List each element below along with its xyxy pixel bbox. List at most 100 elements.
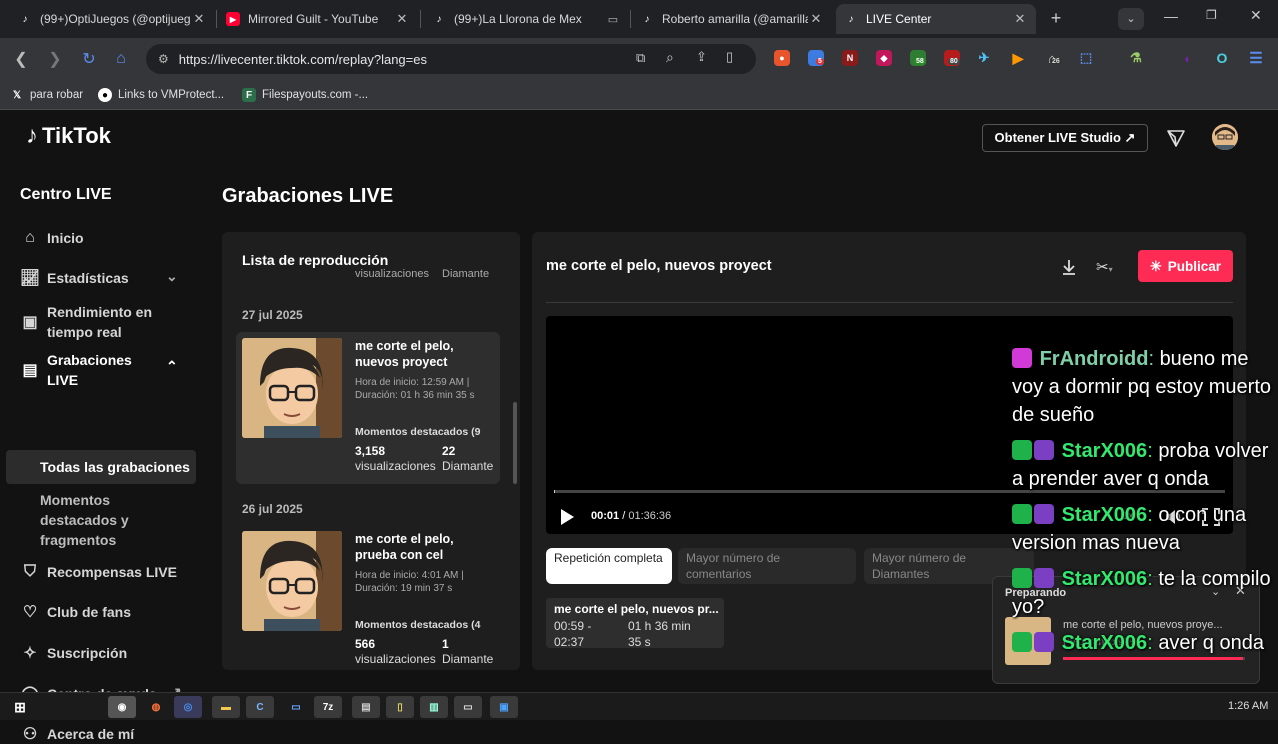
- tab-search-icon[interactable]: ⌄: [1118, 8, 1144, 30]
- flask-icon[interactable]: ⚗: [1128, 50, 1144, 66]
- video-meta: Hora de inicio: 4:01 AM | Duración: 19 m…: [355, 570, 464, 594]
- home-extension-icon[interactable]: ⌂26: [1044, 50, 1062, 66]
- bookmark-item[interactable]: ● Links to VMProtect...: [98, 86, 224, 104]
- publish-button[interactable]: ✳ Publicar: [1138, 250, 1233, 282]
- extension-3-icon[interactable]: N: [842, 50, 858, 66]
- sidebar-item-acerca[interactable]: ⚇ Acerca de mí: [20, 724, 134, 744]
- file-explorer-icon[interactable]: ▬: [212, 696, 240, 718]
- minimize-icon[interactable]: —: [1164, 8, 1178, 24]
- new-tab-icon[interactable]: +: [1046, 8, 1066, 28]
- bookmark-icon[interactable]: ▯: [726, 49, 733, 65]
- avatar[interactable]: [1212, 124, 1238, 150]
- moments-link[interactable]: Momentos destacados (9: [355, 426, 497, 438]
- menu-icon[interactable]: ☰: [1248, 50, 1264, 67]
- browser-tab-bar: ♪ (99+)OptiJuegos (@optijuego ✕ ▶ Mirror…: [0, 0, 1278, 38]
- bookmark-item[interactable]: F Filespayouts.com -...: [242, 86, 368, 104]
- address-bar[interactable]: ⚙ https://livecenter.tiktok.com/replay?l…: [146, 44, 756, 74]
- browser-tab-2[interactable]: ▶ Mirrored Guilt - YouTube ✕: [218, 4, 418, 34]
- browser-tab-3[interactable]: ♪ (99+)La Llorona de Mex ▭: [424, 4, 629, 34]
- tab-label: LIVE Center: [866, 12, 932, 26]
- cast-icon[interactable]: ▭: [605, 13, 621, 26]
- translate-icon[interactable]: ✈: [976, 50, 992, 66]
- restore-icon[interactable]: ❐: [1206, 8, 1217, 22]
- browser-tab-5[interactable]: ♪ LIVE Center ✕: [836, 4, 1036, 34]
- playlist-item[interactable]: me corte el pelo, prueba con cel Hora de…: [236, 525, 500, 670]
- refresh-app-icon[interactable]: C: [246, 696, 274, 718]
- taskbar-app-7-icon[interactable]: 7z: [314, 696, 342, 718]
- back-icon[interactable]: ❮: [8, 46, 34, 72]
- taskbar-app-6-icon[interactable]: ▭: [282, 696, 310, 718]
- window-close-icon[interactable]: ✕: [1250, 7, 1262, 24]
- moment-card[interactable]: me corte el pelo, nuevos pr... 00:59 - 0…: [546, 598, 724, 649]
- extension-1-icon[interactable]: ●: [774, 50, 790, 66]
- get-live-studio-button[interactable]: Obtener LIVE Studio ↗: [982, 124, 1148, 152]
- taskbar-app-8-icon[interactable]: ▤: [352, 696, 380, 718]
- chat-text: aver q onda: [1158, 632, 1264, 654]
- zoom-icon[interactable]: ⌕: [666, 49, 674, 66]
- close-icon[interactable]: ✕: [191, 11, 207, 27]
- chat-user: StarX006: [1061, 568, 1148, 590]
- taskbar-app-12-icon[interactable]: ▣: [490, 696, 518, 718]
- clock: 1:26 AM: [1228, 700, 1269, 712]
- subscription-icon: ✧: [23, 645, 37, 662]
- forward-icon[interactable]: ❯: [42, 46, 68, 72]
- reload-icon[interactable]: ↻: [76, 46, 102, 72]
- browser-icon[interactable]: ◎: [174, 696, 202, 718]
- play-extension-icon[interactable]: ▶: [1010, 50, 1026, 66]
- level-badge-icon: [1034, 568, 1054, 588]
- previous-item-views-label: visualizaciones: [355, 268, 429, 280]
- tab-mayor-comentarios[interactable]: Mayor número de comentarios: [678, 548, 856, 584]
- firefox-icon[interactable]: ◍: [142, 696, 170, 718]
- extension-4-icon[interactable]: ◆: [876, 50, 892, 66]
- inbox-icon[interactable]: [1166, 128, 1186, 148]
- scissors-icon[interactable]: ✂▾: [1096, 258, 1120, 276]
- level-badge-icon: [1034, 632, 1054, 652]
- tab-repeticion-completa[interactable]: Repetición completa: [546, 548, 672, 584]
- terminal-icon[interactable]: ▭: [454, 696, 482, 718]
- close-icon[interactable]: ✕: [1012, 11, 1028, 27]
- sub-item-momentos[interactable]: Momentos destacados y fragmentos: [40, 490, 160, 550]
- playlist-item-selected[interactable]: me corte el pelo, nuevos proyect Hora de…: [236, 332, 500, 484]
- puzzle-icon[interactable]: ⬚: [1078, 50, 1094, 66]
- close-icon[interactable]: ✕: [808, 11, 824, 27]
- extension-2-icon[interactable]: 5: [808, 50, 824, 66]
- page-title: Grabaciones LIVE: [222, 185, 394, 207]
- monitor-icon: ▣: [22, 314, 38, 331]
- sidebar-item-recompensas[interactable]: ⛉ Recompensas LIVE: [20, 562, 177, 582]
- video-thumbnail: [242, 531, 342, 631]
- sidebar-item-club-fans[interactable]: ♡ Club de fans: [20, 602, 131, 622]
- home-icon[interactable]: ⌂: [108, 46, 134, 72]
- moments-link[interactable]: Momentos destacados (4: [355, 619, 497, 631]
- install-icon[interactable]: ⧉: [636, 50, 645, 66]
- playlist-scrollbar[interactable]: [513, 402, 517, 484]
- browser-tab-4[interactable]: ♪ Roberto amarilla (@amarilla ✕: [632, 4, 832, 34]
- close-icon[interactable]: ✕: [394, 11, 410, 27]
- sidebar-item-rendimiento[interactable]: ▣ Rendimiento en tiempo real: [20, 302, 170, 342]
- user-icon: ⚇: [22, 726, 38, 743]
- sub-item-todas-grabaciones[interactable]: Todas las grabaciones: [40, 457, 190, 477]
- notepad-icon[interactable]: ▯: [386, 696, 414, 718]
- profile-extension-icon[interactable]: ◐: [1180, 50, 1196, 66]
- diamonds-count: 1: [442, 637, 449, 651]
- download-icon[interactable]: [1060, 258, 1078, 276]
- bookmark-item[interactable]: 𝕏 para robar: [10, 86, 83, 104]
- share-icon[interactable]: ⇪: [696, 49, 707, 65]
- tiktok-icon: ♪: [644, 13, 650, 25]
- sidebar-item-grabaciones[interactable]: ▤ Grabaciones LIVE ⌃: [20, 350, 188, 390]
- sidebar-item-suscripcion[interactable]: ✧ Suscripción: [20, 643, 127, 663]
- playlist-panel: visualizaciones Diamante Lista de reprod…: [222, 232, 520, 670]
- opera-icon[interactable]: O: [1214, 50, 1230, 66]
- playlist-date: 27 jul 2025: [242, 308, 303, 322]
- extension-5-icon[interactable]: 58: [910, 50, 926, 66]
- taskbar-app-10-icon[interactable]: ▥: [420, 696, 448, 718]
- browser-tab-1[interactable]: ♪ (99+)OptiJuegos (@optijuego ✕: [10, 4, 215, 34]
- extension-6-icon[interactable]: 80: [944, 50, 960, 66]
- sidebar-item-inicio[interactable]: ⌂ Inicio: [20, 228, 83, 248]
- site-settings-icon[interactable]: ⚙: [158, 52, 169, 66]
- taskbar-app-1-icon[interactable]: ◉: [108, 696, 136, 718]
- sidebar-item-estadisticas[interactable]: 📈︎ Estadísticas ⌄: [20, 268, 188, 288]
- windows-start-icon[interactable]: ⊞: [6, 696, 34, 718]
- play-icon[interactable]: [558, 508, 576, 526]
- current-time: 00:01: [591, 510, 620, 522]
- tiktok-logo[interactable]: ♪ TikTok: [26, 122, 111, 150]
